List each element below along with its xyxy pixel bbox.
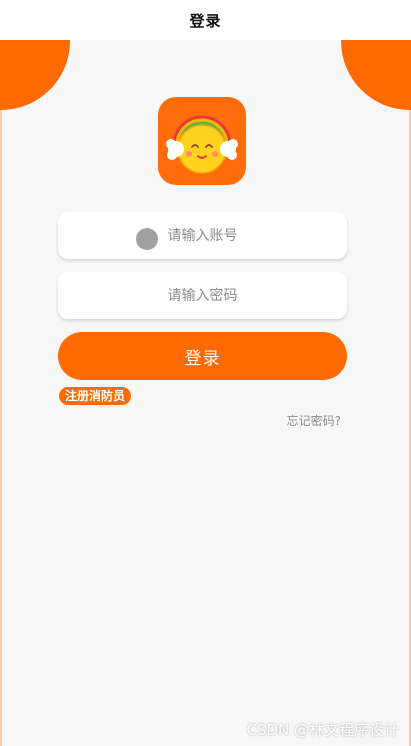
- account-input[interactable]: [58, 212, 347, 259]
- decorative-corner-left: [0, 40, 70, 110]
- account-field[interactable]: [58, 212, 347, 259]
- login-button[interactable]: 登录: [58, 332, 347, 380]
- forgot-password-link[interactable]: 忘记密码?: [287, 412, 341, 429]
- decorative-corner-right: [341, 40, 411, 110]
- page-title: 登录: [189, 11, 222, 30]
- page-edge-left: [0, 40, 2, 746]
- app-logo: [158, 97, 246, 185]
- register-firefighter-link[interactable]: 注册消防员: [59, 387, 132, 405]
- nav-bar: 登录: [0, 0, 411, 40]
- login-page: 登录 注册消防员 忘记密码? CSDN @林文程序设计: [0, 40, 411, 746]
- sun-with-rainbow-headphones-icon: [166, 115, 238, 174]
- touch-indicator: [136, 228, 158, 250]
- password-field[interactable]: [58, 272, 347, 319]
- watermark: CSDN @林文程序设计: [246, 721, 399, 739]
- password-input[interactable]: [58, 272, 347, 319]
